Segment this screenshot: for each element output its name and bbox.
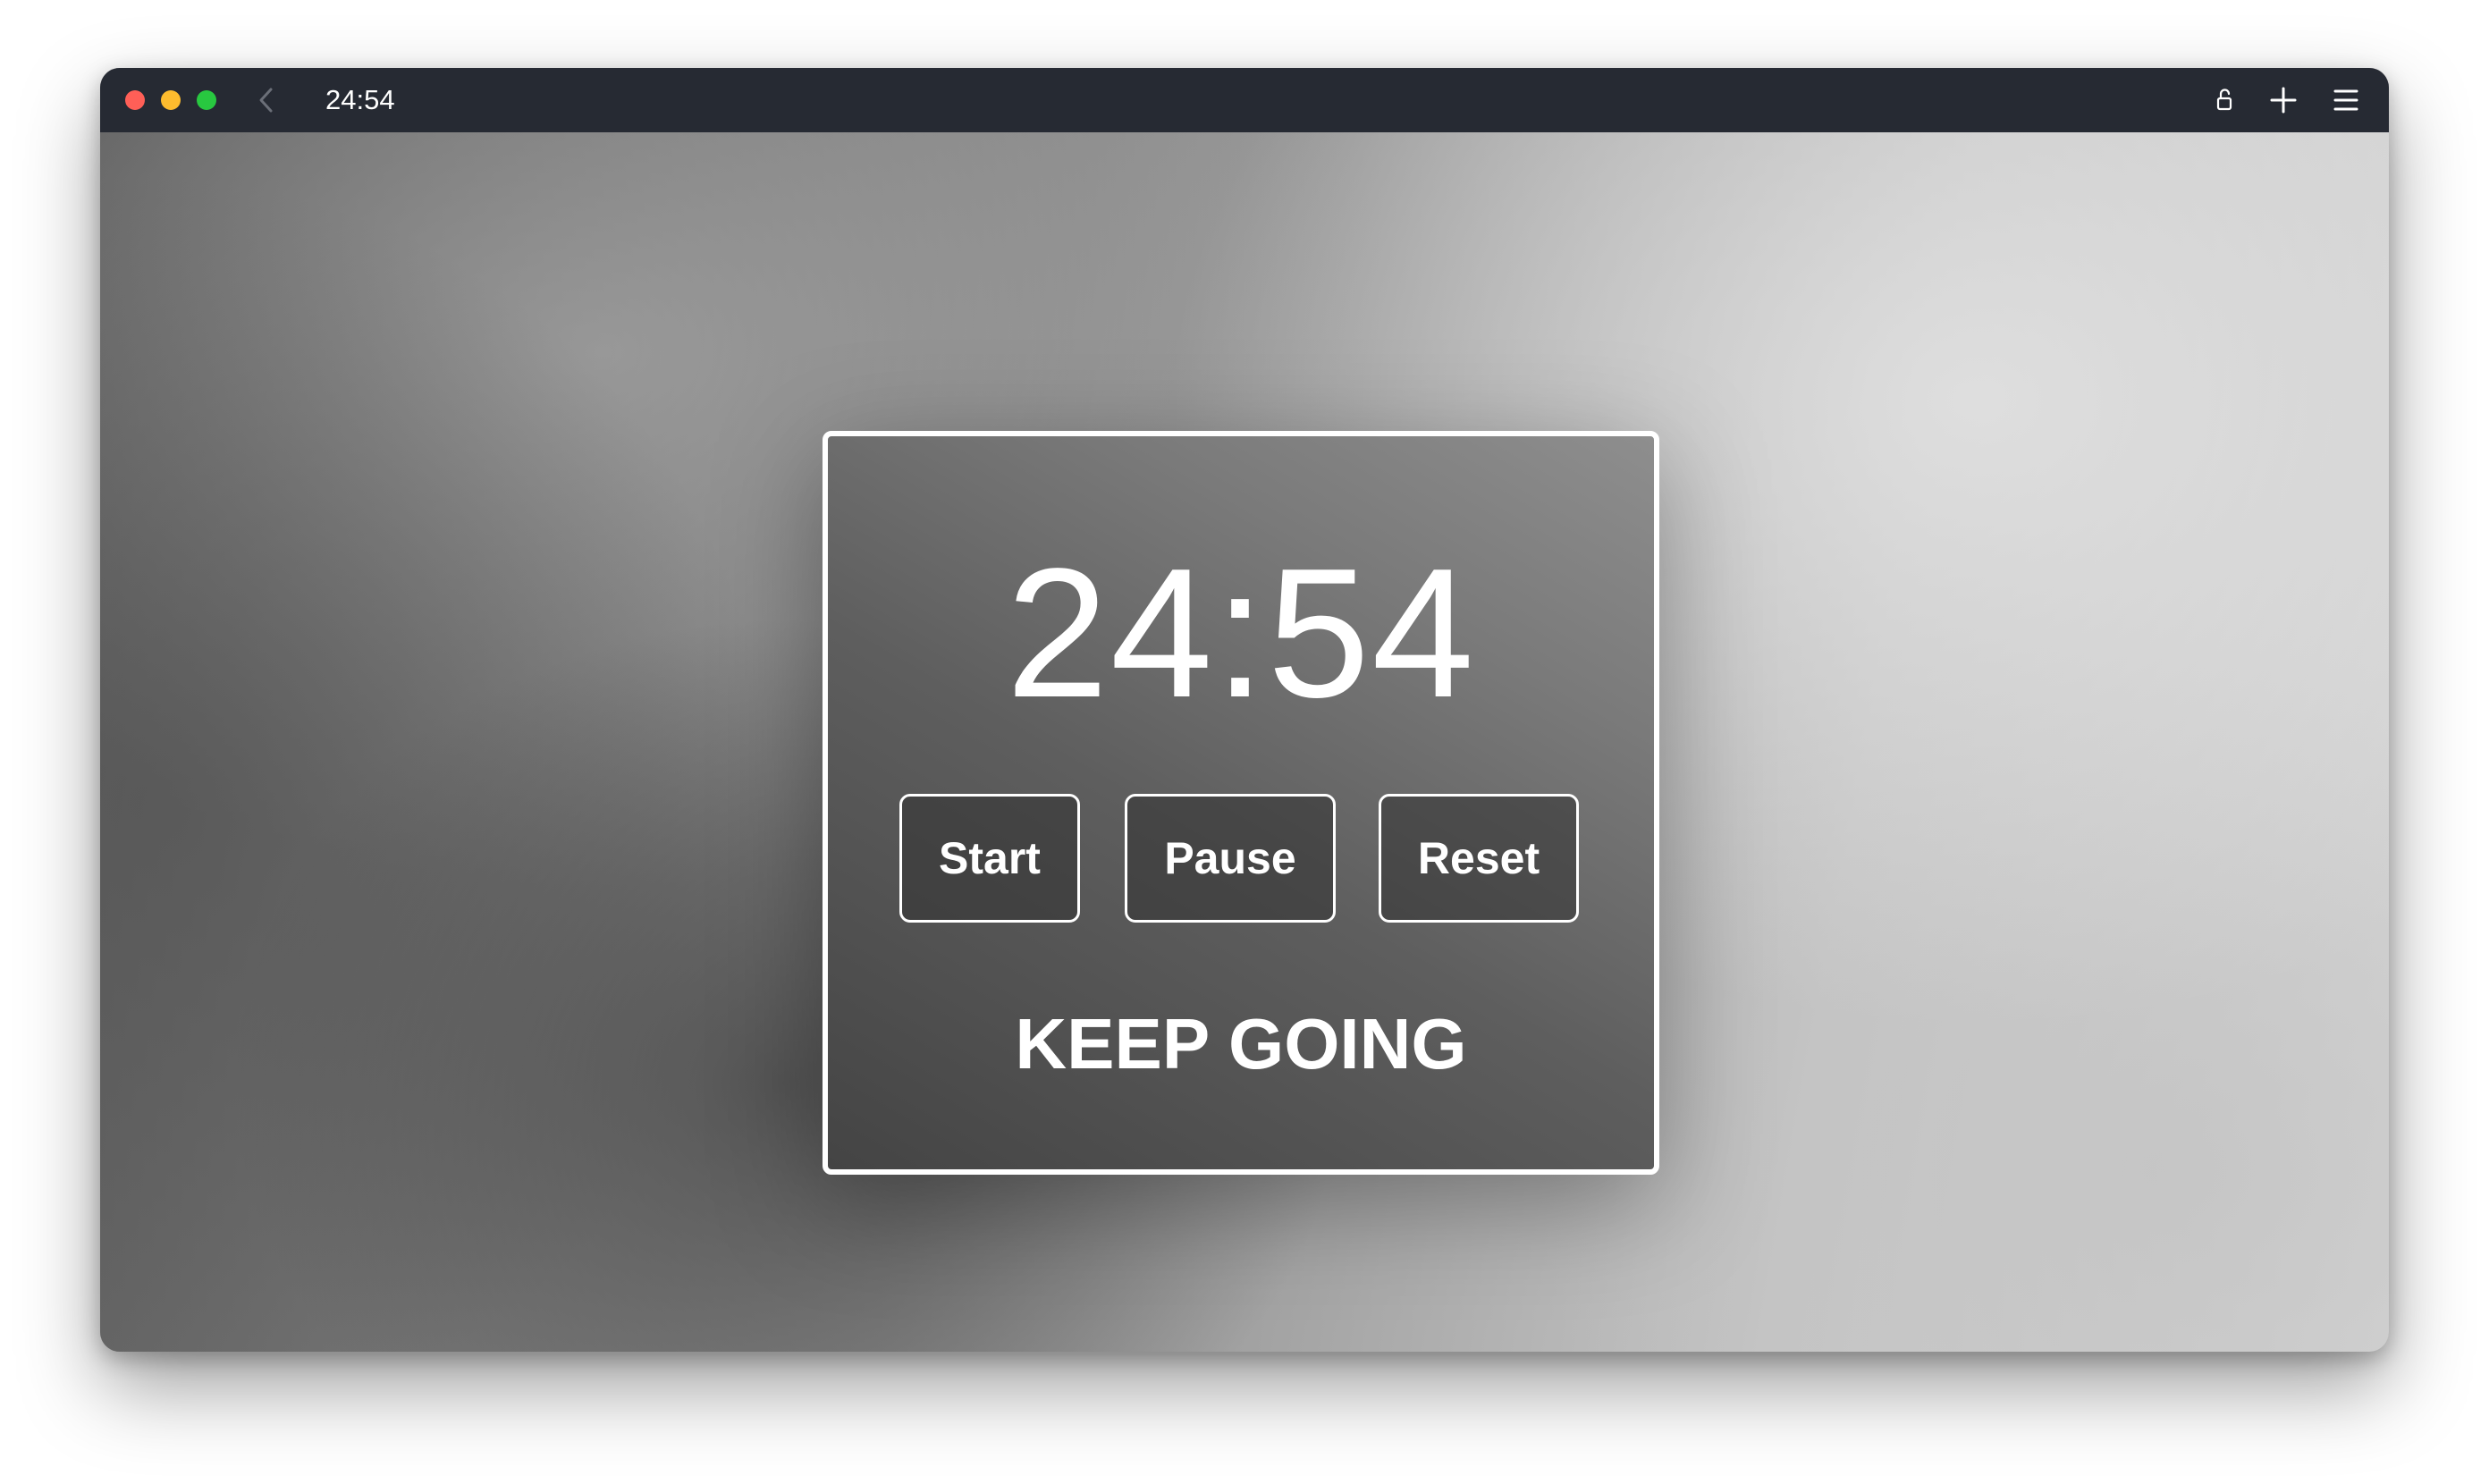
title-bar: 24:54 [100, 68, 2389, 132]
page-content: 24:54 Start Pause Reset KEEP GOING [100, 132, 2389, 1352]
close-window-button[interactable] [125, 90, 145, 110]
lock-icon[interactable] [2208, 84, 2240, 116]
window-title: 24:54 [325, 84, 395, 115]
start-button[interactable]: Start [899, 794, 1080, 923]
status-message: KEEP GOING [1015, 1004, 1467, 1083]
browser-window: 24:54 24:54 Start Pause Reset KEEP GOING [100, 68, 2389, 1352]
timer-panel: 24:54 Start Pause Reset KEEP GOING [823, 431, 1659, 1175]
minimize-window-button[interactable] [161, 90, 181, 110]
reset-button[interactable]: Reset [1379, 794, 1579, 923]
timer-display: 24:54 [1006, 530, 1476, 736]
chevron-left-icon[interactable] [254, 86, 279, 114]
plus-icon[interactable] [2267, 84, 2299, 116]
pause-button[interactable]: Pause [1125, 794, 1336, 923]
hamburger-menu-icon[interactable] [2330, 84, 2362, 116]
maximize-window-button[interactable] [197, 90, 216, 110]
